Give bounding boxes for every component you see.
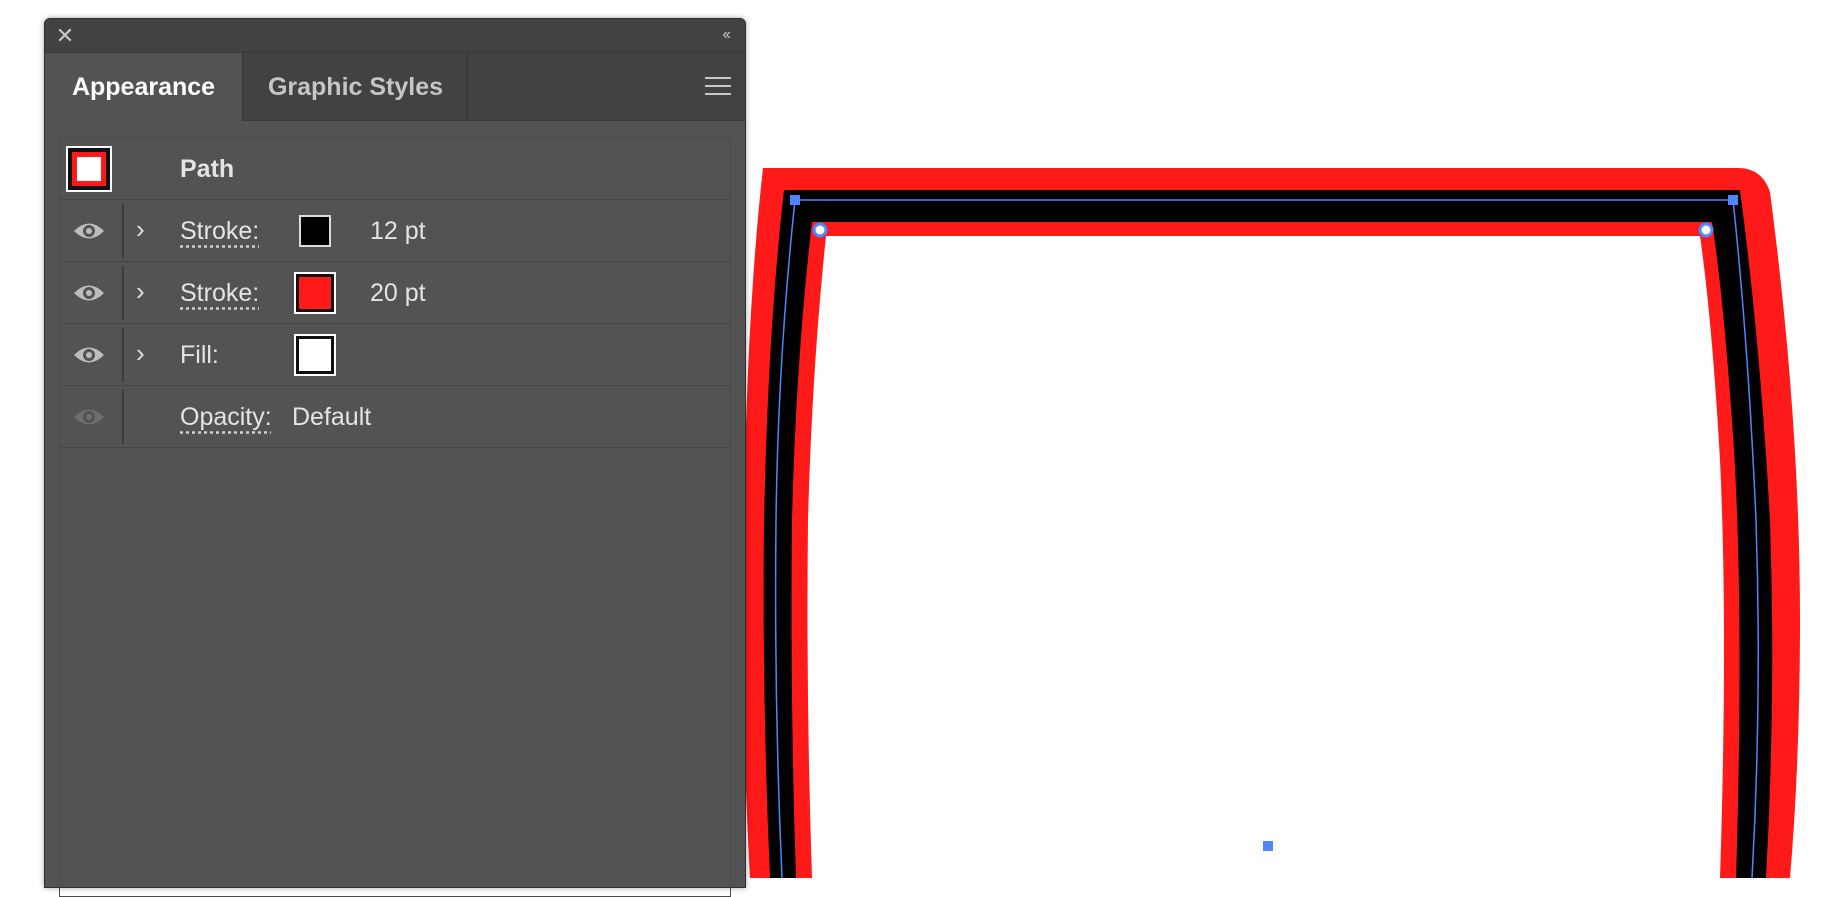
opacity-value[interactable]: Default bbox=[292, 386, 371, 448]
stroke-row-2[interactable]: › Stroke: 20 pt bbox=[60, 262, 730, 324]
row-divider bbox=[122, 328, 124, 382]
hamburger-menu-icon[interactable] bbox=[705, 77, 731, 95]
stroke-swatch-black[interactable] bbox=[299, 215, 331, 247]
fill-label[interactable]: Fill: bbox=[180, 324, 219, 386]
appearance-panel: ✕ ‹‹ Appearance Graphic Styles Path › St… bbox=[44, 18, 746, 897]
stroke-weight[interactable]: 12 pt bbox=[370, 200, 426, 262]
stroke-weight[interactable]: 20 pt bbox=[370, 262, 426, 324]
object-type-label: Path bbox=[180, 155, 235, 183]
row-divider bbox=[122, 204, 124, 258]
white-fill-area[interactable] bbox=[807, 236, 1725, 878]
row-divider bbox=[122, 266, 124, 320]
handle-point-right[interactable] bbox=[1698, 222, 1714, 238]
row-divider bbox=[122, 390, 124, 444]
handle-point-left[interactable] bbox=[812, 222, 828, 238]
panel-titlebar[interactable]: ✕ ‹‹ bbox=[45, 19, 745, 53]
stroke-label[interactable]: Stroke: bbox=[180, 200, 259, 262]
eye-icon[interactable] bbox=[72, 218, 106, 244]
chevron-right-icon[interactable]: › bbox=[136, 214, 154, 246]
path-thumbnail-icon[interactable] bbox=[66, 146, 112, 192]
anchor-point-top-right[interactable] bbox=[1728, 195, 1738, 205]
eye-icon[interactable] bbox=[72, 280, 106, 306]
fill-row[interactable]: › Fill: bbox=[60, 324, 730, 386]
close-icon[interactable]: ✕ bbox=[55, 25, 75, 47]
tab-appearance[interactable]: Appearance bbox=[45, 53, 243, 121]
stroke-label[interactable]: Stroke: bbox=[180, 262, 259, 324]
opacity-label[interactable]: Opacity: bbox=[180, 386, 272, 448]
stroke-swatch-red[interactable] bbox=[294, 272, 336, 314]
collapse-panel-icon[interactable]: ‹‹ bbox=[722, 26, 731, 44]
appearance-list: Path › Stroke: 12 pt › Stroke: 20 pt › F… bbox=[59, 137, 731, 897]
panel-tab-bar: Appearance Graphic Styles bbox=[45, 53, 745, 121]
tab-graphic-styles[interactable]: Graphic Styles bbox=[244, 53, 468, 121]
eye-icon-disabled bbox=[74, 409, 104, 425]
stroke-row-1[interactable]: › Stroke: 12 pt bbox=[60, 200, 730, 262]
chevron-right-icon[interactable]: › bbox=[136, 276, 154, 308]
anchor-point-top-left[interactable] bbox=[790, 195, 800, 205]
eye-icon[interactable] bbox=[72, 342, 106, 368]
center-point[interactable] bbox=[1263, 841, 1273, 851]
fill-swatch-white[interactable] bbox=[294, 334, 336, 376]
path-row[interactable]: Path bbox=[60, 138, 730, 200]
opacity-row[interactable]: Opacity: Default bbox=[60, 386, 730, 448]
chevron-right-icon[interactable]: › bbox=[136, 338, 154, 370]
